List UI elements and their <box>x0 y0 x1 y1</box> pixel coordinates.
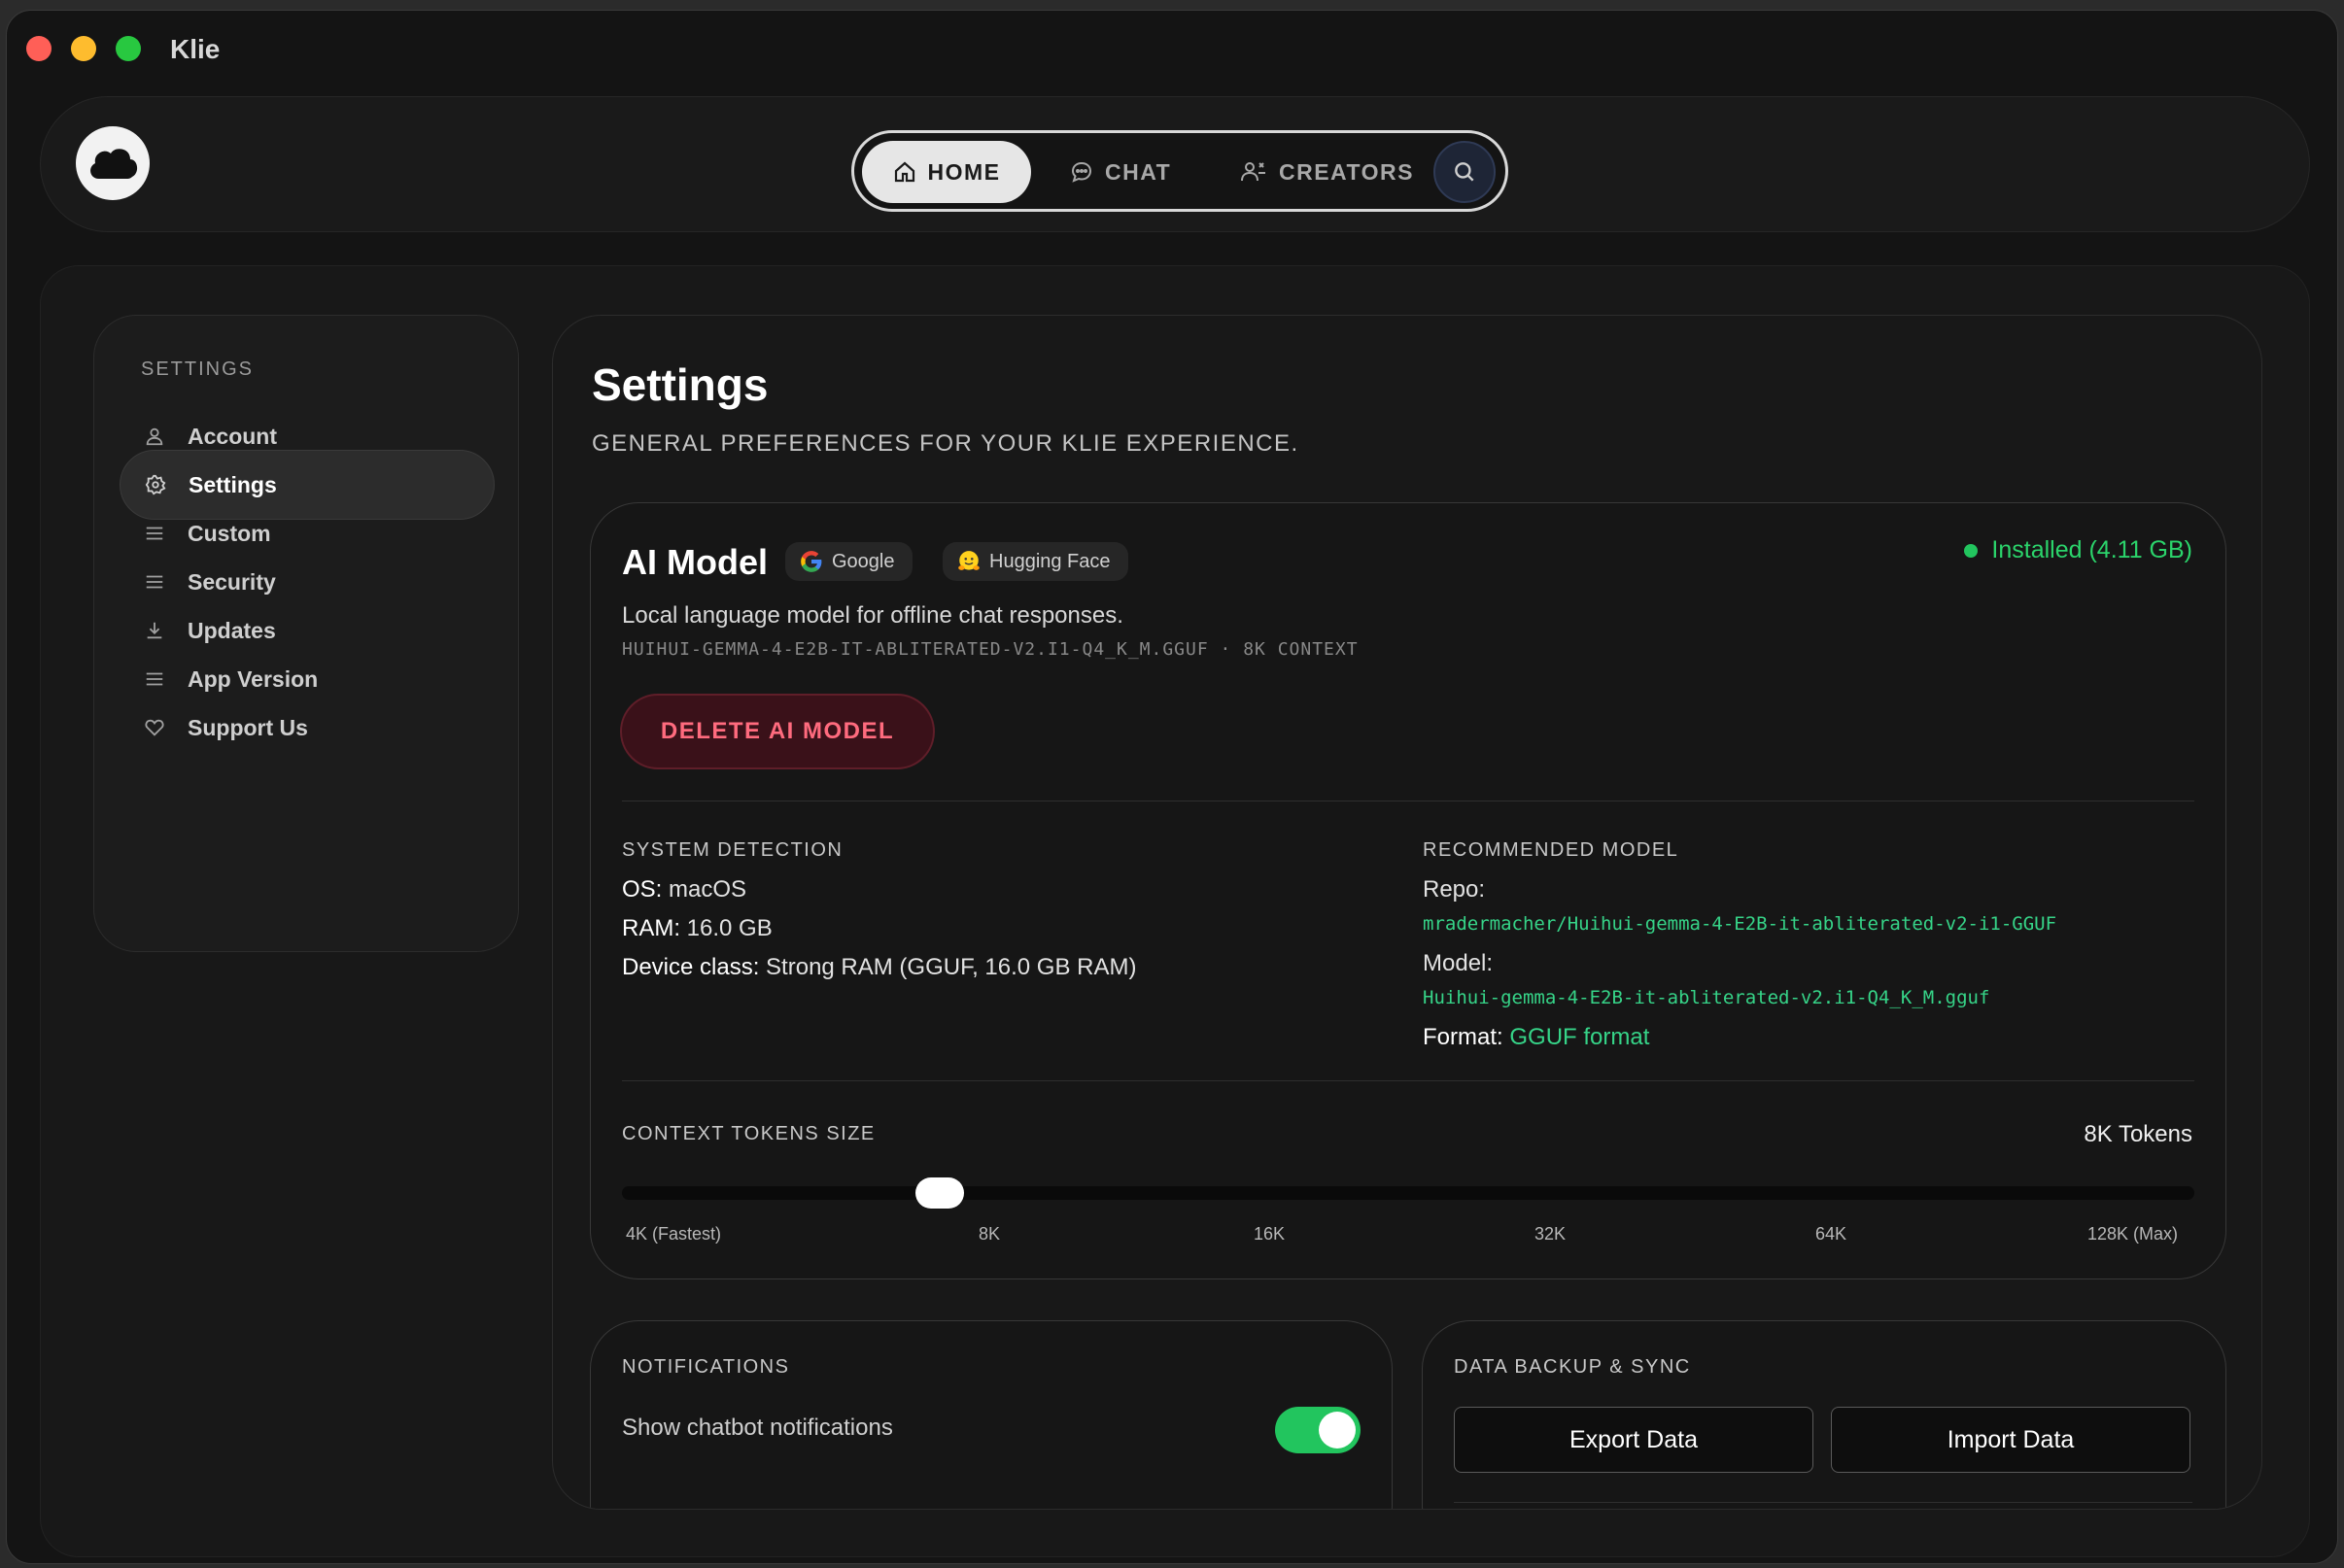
context-slider-thumb[interactable] <box>915 1177 964 1209</box>
repo-link[interactable]: mradermacher/Huihui-gemma-4-E2B-it-ablit… <box>1423 913 2056 935</box>
divider <box>1454 1502 2192 1503</box>
google-chip-label: Google <box>832 550 895 572</box>
slider-tick-16k: 16K <box>1254 1224 1286 1244</box>
page-title: Settings <box>592 359 769 410</box>
content-area: SETTINGS Account Settings Custom Securit… <box>40 265 2310 1557</box>
app-logo[interactable] <box>76 126 150 200</box>
os-value: macOS <box>669 876 747 903</box>
os-key: OS: <box>622 876 663 903</box>
minimize-window-button[interactable] <box>71 36 96 61</box>
chat-icon <box>1071 161 1092 183</box>
creators-icon <box>1241 162 1265 182</box>
backup-heading: DATA BACKUP & SYNC <box>1454 1356 1691 1378</box>
menu-icon <box>143 570 166 594</box>
notifications-label: Show chatbot notifications <box>622 1415 893 1441</box>
search-icon <box>1455 162 1474 182</box>
sidebar-item-label: Updates <box>188 617 276 643</box>
zoom-window-button[interactable] <box>116 36 141 61</box>
close-window-button[interactable] <box>26 36 52 61</box>
hugging-face-icon <box>958 551 980 570</box>
model-description: Local language model for offline chat re… <box>622 602 1123 629</box>
os-row: OS: macOS <box>622 876 746 903</box>
sidebar-item-label: Support Us <box>188 714 308 740</box>
sidebar-item-support-us[interactable]: Support Us <box>120 693 495 763</box>
cloud-icon <box>90 149 138 179</box>
settings-panel: Settings GENERAL PREFERENCES FOR YOUR KL… <box>552 315 2262 1510</box>
notifications-toggle[interactable] <box>1275 1407 1361 1453</box>
sidebar-item-label: Custom <box>188 520 271 546</box>
install-status-label: Installed (4.11 GB) <box>1991 536 2192 563</box>
slider-tick-4k: 4K (Fastest) <box>626 1224 722 1244</box>
format-row: Format: GGUF format <box>1423 1024 1649 1051</box>
menu-icon <box>143 667 166 691</box>
hugging-face-chip-label: Hugging Face <box>989 550 1111 572</box>
import-data-button[interactable]: Import Data <box>1831 1407 2190 1473</box>
delete-ai-model-button[interactable]: DELETE AI MODEL <box>620 694 935 769</box>
divider <box>622 1080 2194 1081</box>
user-icon <box>143 425 166 448</box>
download-icon <box>143 619 166 642</box>
sidebar-item-label: App Version <box>188 665 319 692</box>
title-bar: Klie <box>7 11 2337 73</box>
nav-home-label: HOME <box>927 158 1001 185</box>
top-navigation: HOME CHAT CREATORS <box>40 96 2310 232</box>
model-filename-link[interactable]: Huihui-gemma-4-E2B-it-abliterated-v2.i1-… <box>1423 987 1989 1008</box>
status-dot-icon <box>1964 543 1979 558</box>
gear-icon <box>144 473 167 496</box>
device-class-value: Strong RAM (GGUF, 16.0 GB RAM) <box>766 954 1137 980</box>
export-data-button[interactable]: Export Data <box>1454 1407 1813 1473</box>
install-status: Installed (4.11 GB) <box>1964 536 2192 564</box>
ram-value: 16.0 GB <box>686 915 773 941</box>
repo-key: Repo: <box>1423 876 1486 903</box>
context-tokens-heading: CONTEXT TOKENS SIZE <box>622 1123 876 1144</box>
nav-chat-label: CHAT <box>1105 158 1172 185</box>
format-link[interactable]: GGUF format <box>1509 1024 1649 1050</box>
ai-model-card: AI Model Google Hugging Face Installed (… <box>590 502 2226 1279</box>
toggle-knob <box>1319 1412 1356 1449</box>
page-subtitle: GENERAL PREFERENCES FOR YOUR KLIE EXPERI… <box>592 430 1299 457</box>
ram-key: RAM: <box>622 915 680 941</box>
sidebar-item-label: Settings <box>189 471 277 497</box>
ram-row: RAM: 16.0 GB <box>622 915 773 942</box>
nav-creators-label: CREATORS <box>1279 158 1414 185</box>
app-title: Klie <box>170 34 221 64</box>
context-tokens-value: 8K Tokens <box>2084 1121 2192 1147</box>
settings-sidebar: SETTINGS Account Settings Custom Securit… <box>93 315 519 952</box>
menu-icon <box>143 522 166 545</box>
nav-chat[interactable]: CHAT <box>1070 141 1171 203</box>
model-file-line: HUIHUI-GEMMA-4-E2B-IT-ABLITERATED-V2.I1-… <box>622 639 1359 660</box>
data-backup-card: DATA BACKUP & SYNC Export Data Import Da… <box>1422 1320 2226 1509</box>
sidebar-item-label: Account <box>188 423 277 449</box>
nav-creators[interactable]: CREATORS <box>1240 141 1414 203</box>
notifications-heading: NOTIFICATIONS <box>622 1356 790 1378</box>
system-detection-heading: SYSTEM DETECTION <box>622 839 844 861</box>
hugging-face-chip: Hugging Face <box>943 542 1128 581</box>
search-button[interactable] <box>1433 141 1496 203</box>
device-class-row: Device class: Strong RAM (GGUF, 16.0 GB … <box>622 954 1136 981</box>
ai-model-title: AI Model <box>622 542 768 582</box>
slider-tick-64k: 64K <box>1815 1224 1847 1244</box>
slider-tick-128k: 128K (Max) <box>2087 1224 2179 1244</box>
heart-icon <box>143 716 166 739</box>
context-slider-track[interactable] <box>622 1186 2194 1200</box>
app-window: Klie HOME CHAT CREATORS SETTINGS Account… <box>6 10 2338 1564</box>
model-key: Model: <box>1423 950 1494 976</box>
slider-tick-8k: 8K <box>979 1224 1001 1244</box>
main-nav: HOME CHAT CREATORS <box>851 130 1508 212</box>
recommended-model-heading: RECOMMENDED MODEL <box>1423 839 1679 861</box>
google-icon <box>801 551 822 572</box>
slider-tick-32k: 32K <box>1534 1224 1567 1244</box>
home-icon <box>894 161 914 183</box>
notifications-card: NOTIFICATIONS Show chatbot notifications <box>590 1320 1393 1509</box>
nav-home[interactable]: HOME <box>862 141 1031 203</box>
google-chip: Google <box>785 542 913 581</box>
format-key: Format: <box>1423 1024 1503 1050</box>
device-class-key: Device class: <box>622 954 760 980</box>
sidebar-heading: SETTINGS <box>141 358 255 380</box>
sidebar-item-label: Security <box>188 568 276 595</box>
